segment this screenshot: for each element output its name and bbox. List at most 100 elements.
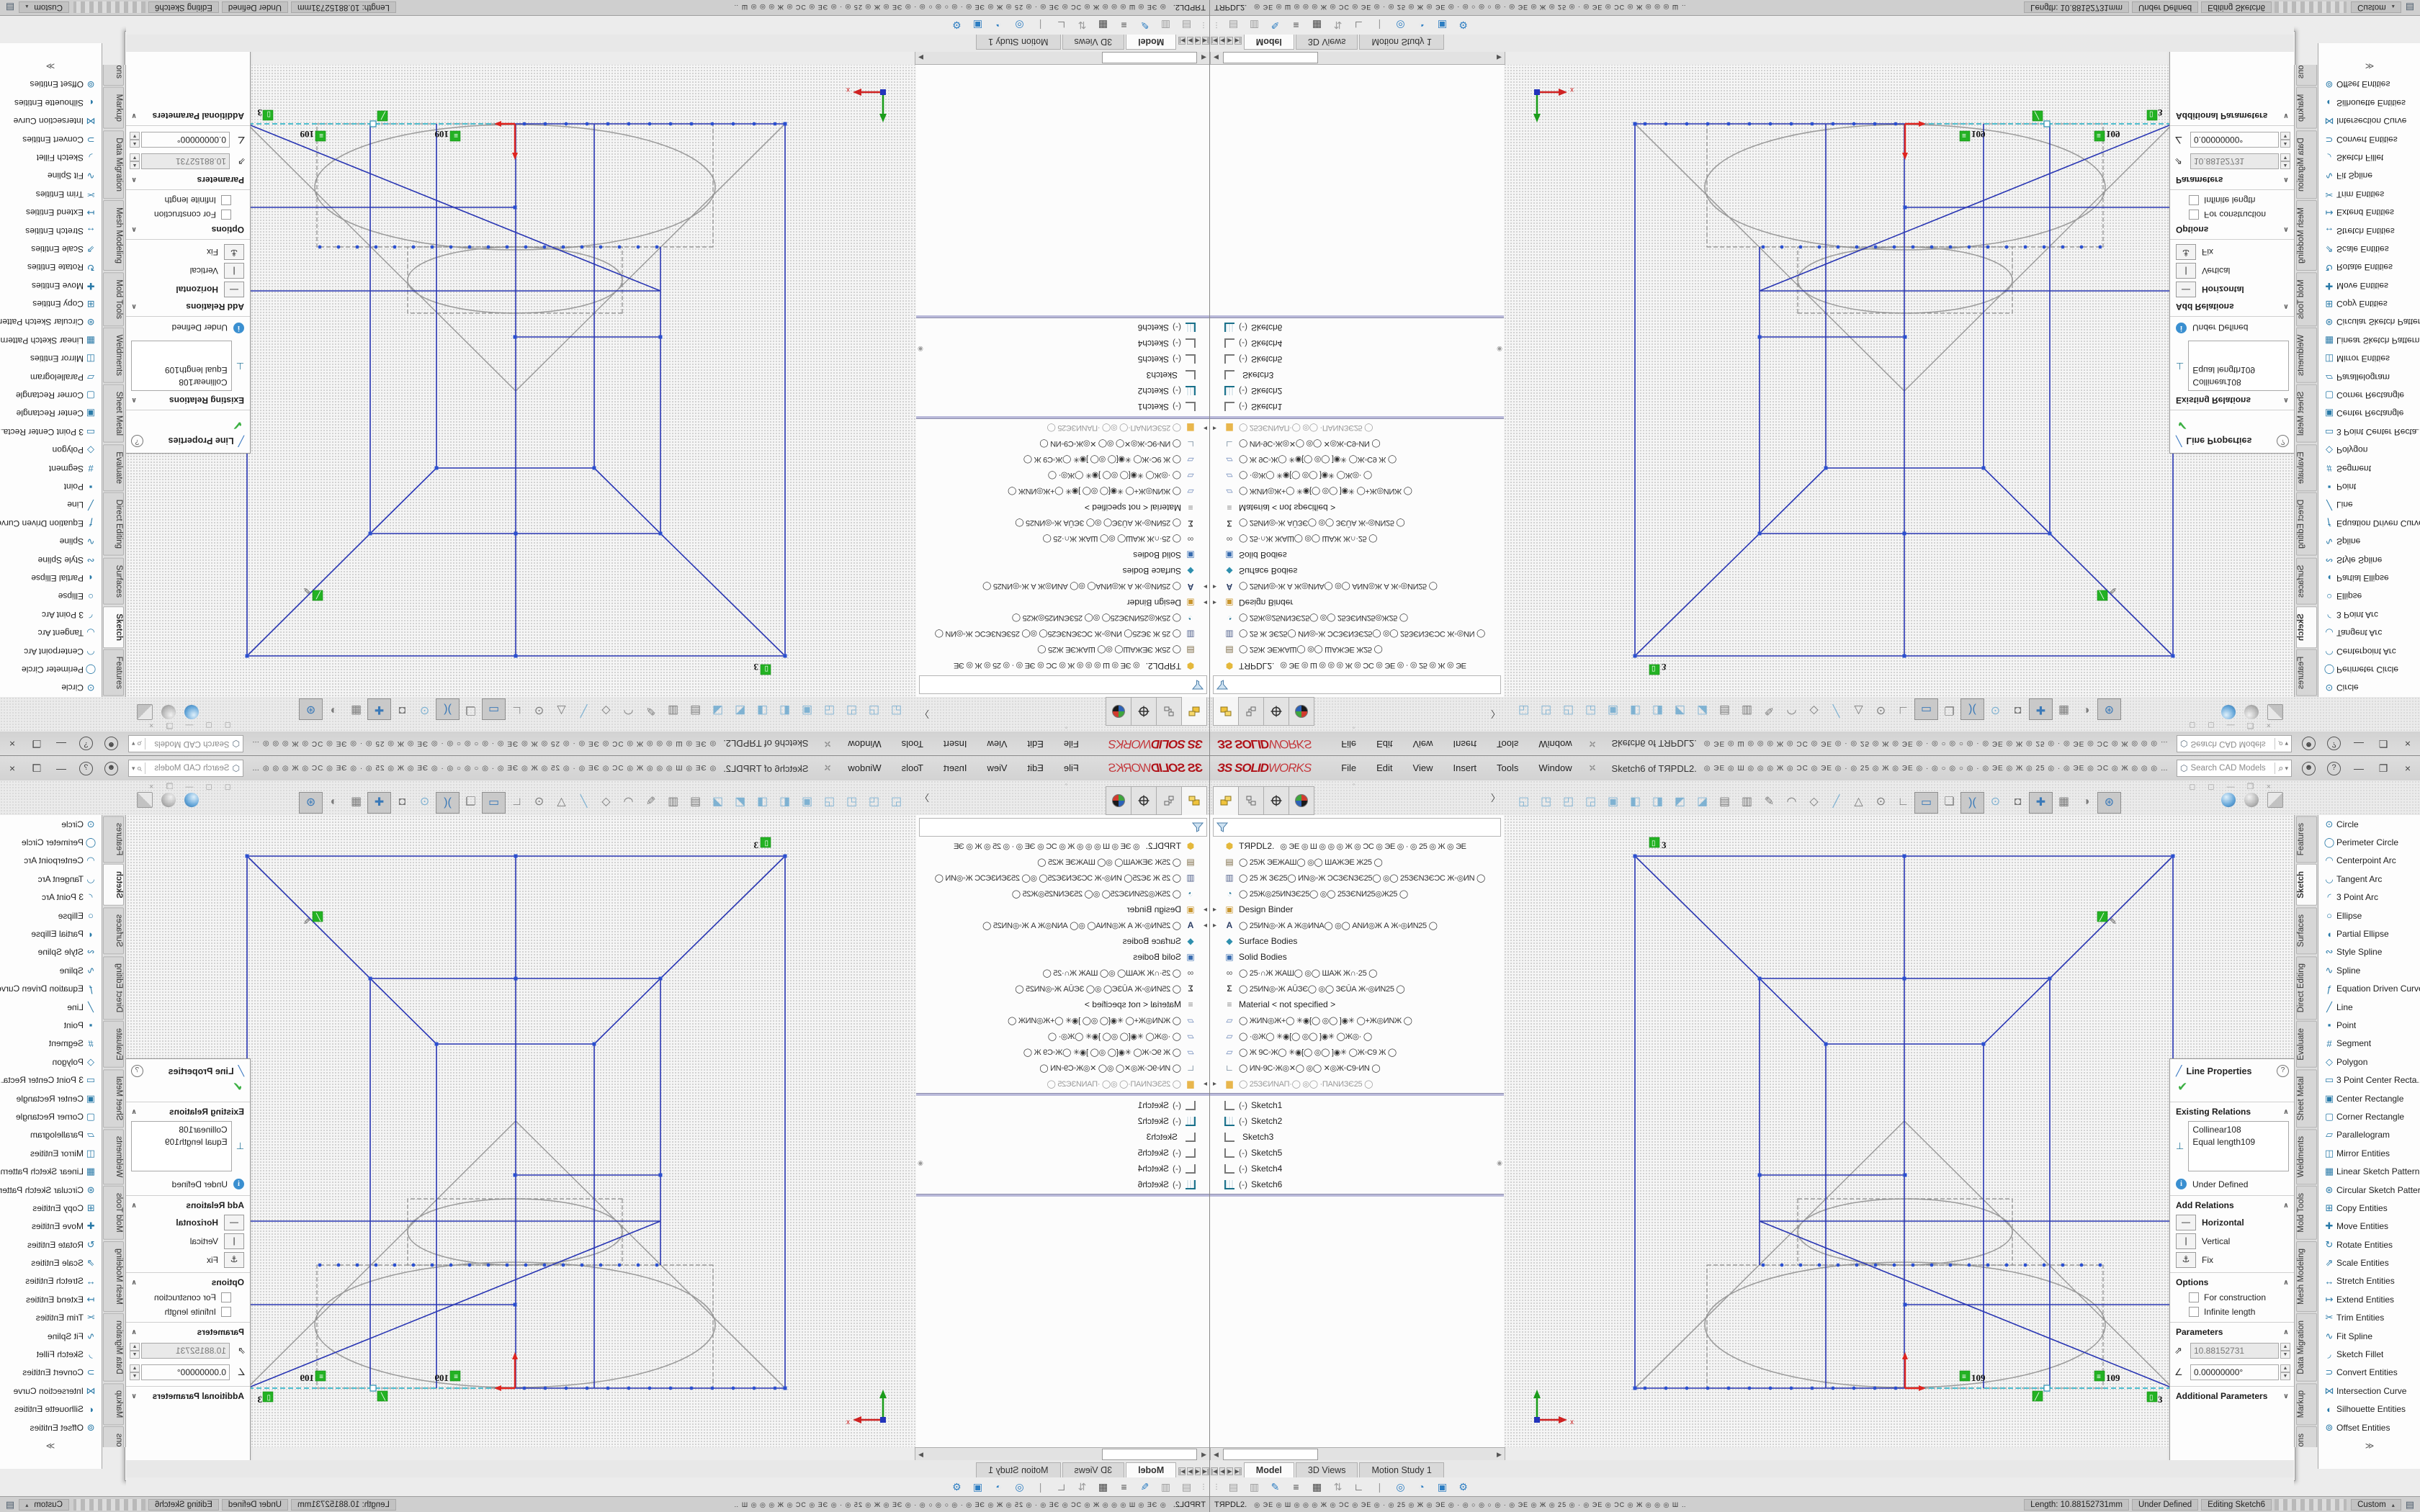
tool-sketch-fillet[interactable]: ◞Sketch Fillet xyxy=(2318,1345,2420,1363)
toolbar-icon[interactable]: ▦ xyxy=(2053,792,2075,812)
toolbar-icon[interactable]: ◧ xyxy=(1624,792,1646,812)
sketch-item[interactable]: (-)Sketch2 xyxy=(1210,383,1504,399)
toolbar-icon[interactable]: ◨ xyxy=(1646,792,1669,812)
tool-point[interactable]: ▪Point xyxy=(2318,477,2420,495)
user-account-icon[interactable]: ☻ xyxy=(2302,737,2316,751)
lower-toolbar-icon[interactable]: ▣ xyxy=(1432,1481,1453,1493)
add-relation-horizontal[interactable]: —Horizontal xyxy=(2170,280,2295,299)
menu-tools[interactable]: Tools xyxy=(892,756,933,780)
more-tools-icon[interactable]: ≫ xyxy=(2318,1441,2420,1451)
relations-listbox[interactable]: Collinear108 Equal length109 xyxy=(2188,1121,2289,1171)
child-window-buttons[interactable]: ◻ ◻ — ❐ × xyxy=(144,782,231,791)
tool-offset-entities[interactable]: ⊚Offset Entities xyxy=(0,1418,102,1436)
toolbar-icon[interactable]: ◰ xyxy=(841,700,863,720)
length-field[interactable]: 10.88152731 xyxy=(2190,1343,2279,1359)
toolbar-icon[interactable]: ⊛ xyxy=(2097,698,2121,720)
caret-icon[interactable]: ▸ xyxy=(1213,425,1223,433)
tree-item[interactable]: Surface Bodies xyxy=(916,933,1210,949)
relation-item[interactable]: Equal length109 xyxy=(2192,364,2285,376)
tool-line[interactable]: ╱Line xyxy=(2318,998,2420,1016)
relation-item[interactable]: Collinear108 xyxy=(135,1124,228,1136)
lower-toolbar-icon[interactable]: ◔ xyxy=(988,19,1009,32)
toolbar-icon[interactable]: ▥ xyxy=(1736,700,1758,720)
tab-mbd-dimensions[interactable]: MBD Dimensions xyxy=(2296,1426,2317,1447)
toolbar-icon[interactable]: ◪ xyxy=(707,700,729,720)
tool-sketch-fillet[interactable]: ◞Sketch Fillet xyxy=(2318,148,2420,166)
lower-toolbar-icon[interactable]: ⇅ xyxy=(1327,1481,1348,1493)
add-relation-horizontal[interactable]: —Horizontal xyxy=(125,1213,250,1232)
tool-silhouette-entities[interactable]: ◐Silhouette Entities xyxy=(2318,94,2420,112)
tab-displaymanager[interactable] xyxy=(1131,697,1157,726)
tree-item[interactable]: ◯ 25Ж◎25ИNЗЄ25◯ ◎◯ 25ЗЄNИ25◎Ж25 ◯ xyxy=(1210,886,1504,901)
child-window-buttons[interactable]: ◻ ◻ — ❐ × xyxy=(2189,782,2276,791)
sketch-item[interactable]: Sketch3 xyxy=(916,1129,1210,1145)
tool-parallelogram[interactable]: ▱Parallelogram xyxy=(2318,368,2420,386)
lower-toolbar-icon[interactable]: | xyxy=(1030,19,1051,32)
toolbar-icon[interactable]: ▤ xyxy=(684,700,707,720)
tree-item[interactable]: ▸Design Binder xyxy=(916,901,1210,917)
tree-item[interactable]: ◯ Ж 9С◦Ж◯ ✳◉[◯ ◎◯ ]◉✳ ◯Ж◦С9 Ж ◯ xyxy=(1210,452,1504,468)
sketch-item[interactable]: (-)Sketch1 xyxy=(1210,399,1504,415)
lower-toolbar-icon[interactable]: ⚙ xyxy=(946,1481,967,1493)
toolbar-icon[interactable]: ▭ xyxy=(482,698,506,720)
scrollbar-thumb[interactable] xyxy=(1223,52,1318,63)
length-field[interactable]: 10.88152731 xyxy=(2190,153,2279,169)
tree-item[interactable]: Material < not specified > xyxy=(1210,996,1504,1012)
tab-featuremanager[interactable] xyxy=(1181,786,1207,815)
tool-scale-entities[interactable]: ⇗Scale Entities xyxy=(2318,240,2420,258)
sphere-gray-icon[interactable] xyxy=(2244,705,2259,719)
angle-spinner[interactable]: ▲▼ xyxy=(130,132,140,148)
horizontal-scrollbar[interactable]: ◀ ▶ xyxy=(915,1447,1210,1462)
toolbar-icon[interactable]: ▦ xyxy=(2053,700,2075,720)
tree-item[interactable]: Solid Bodies xyxy=(1210,547,1504,563)
splitter-bar[interactable] xyxy=(916,1194,1210,1197)
search-input[interactable]: Search CAD Models xyxy=(145,764,230,773)
horizontal-scrollbar[interactable]: ◀ ▶ xyxy=(1210,1447,1505,1462)
more-tools-icon[interactable]: ≫ xyxy=(2318,61,2420,71)
tool-silhouette-entities[interactable]: ◐Silhouette Entities xyxy=(2318,1400,2420,1418)
tool-move-entities[interactable]: ✚Move Entities xyxy=(2318,1218,2420,1236)
toolbar-icon[interactable]: ⊙ xyxy=(1870,792,1892,812)
toolbar-icon[interactable]: ◇ xyxy=(1803,792,1825,812)
add-relation-fix[interactable]: ⚓Fix xyxy=(125,1251,250,1269)
angle-field[interactable]: 0.00000000° xyxy=(2190,1364,2279,1380)
tool-3-point-arc[interactable]: ◜3 Point Arc xyxy=(2318,606,2420,624)
doc-tab-motion-study-1[interactable]: Motion Study 1 xyxy=(1359,35,1443,50)
tab-markup[interactable]: Markup xyxy=(103,87,124,129)
tab-direct-editing[interactable]: Direct Editing xyxy=(2296,956,2317,1020)
toolbar-icon[interactable]: ⊛ xyxy=(299,792,323,814)
scrollbar-thumb[interactable] xyxy=(1102,52,1197,63)
toolbar-icon[interactable]: ◇ xyxy=(595,792,617,812)
tab-mold-tools[interactable]: Mold Tools xyxy=(2296,272,2317,326)
tree-item[interactable]: ◯ 25Ж ЭЕЖАШ◯ ◎◯ ШАЖЭЕ Ж25 ◯ xyxy=(916,642,1210,658)
tool-corner-rectangle[interactable]: ▢Corner Rectangle xyxy=(2318,386,2420,404)
rollback-bar[interactable] xyxy=(1210,416,1504,419)
tool-style-spline[interactable]: ∾Style Spline xyxy=(0,551,102,569)
help-icon[interactable]: ? xyxy=(2327,762,2341,775)
toolbar-icon[interactable]: ◧ xyxy=(774,700,796,720)
section-existing-relations[interactable]: Existing Relations ∧ xyxy=(125,392,250,410)
tool-move-entities[interactable]: ✚Move Entities xyxy=(2318,276,2420,294)
scroll-right-icon[interactable]: ▶ xyxy=(1494,54,1505,62)
section-additional-parameters[interactable]: Additional Parameters ∨ xyxy=(2170,108,2295,126)
tool-3-point-center-recta-[interactable]: ▭3 Point Center Recta... xyxy=(2318,1071,2420,1089)
sketch-item[interactable]: (-)Sketch1 xyxy=(916,399,1210,415)
toolbar-icon[interactable]: ❏ xyxy=(460,700,482,720)
lower-toolbar-icon[interactable]: ◎ xyxy=(1390,19,1411,32)
toolbar-grip-icon[interactable]: ⋮ xyxy=(1213,1483,1220,1491)
add-relation-horizontal[interactable]: —Horizontal xyxy=(125,280,250,299)
toolbar-icon[interactable]: ▭ xyxy=(1914,792,1938,814)
child-window-buttons[interactable]: ◻ ◻ — ❐ × xyxy=(2189,721,2276,730)
pin-icon[interactable]: ✛ xyxy=(822,761,835,775)
search-input[interactable]: Search CAD Models xyxy=(145,739,230,748)
tab-sheet-metal[interactable]: Sheet Metal xyxy=(2296,384,2317,443)
menu-tools[interactable]: Tools xyxy=(1487,756,1528,780)
tool-intersection-curve[interactable]: ⋈Intersection Curve xyxy=(0,112,102,130)
toolbar-grip-icon[interactable]: ⋮ xyxy=(1213,22,1220,30)
tree-item[interactable]: ▸◯ 25ЗЄИNАΠ·◯ ◎◯ ·ΠАNИЗЄ25 ◯ xyxy=(916,420,1210,436)
tab-mesh-modeling[interactable]: Mesh Modeling xyxy=(103,200,124,271)
tool-move-entities[interactable]: ✚Move Entities xyxy=(0,1218,102,1236)
sketch-item[interactable]: (-)Sketch6 xyxy=(916,1176,1210,1192)
tab-configurationmanager[interactable] xyxy=(1156,697,1182,726)
minimize-button[interactable]: — xyxy=(49,732,73,756)
